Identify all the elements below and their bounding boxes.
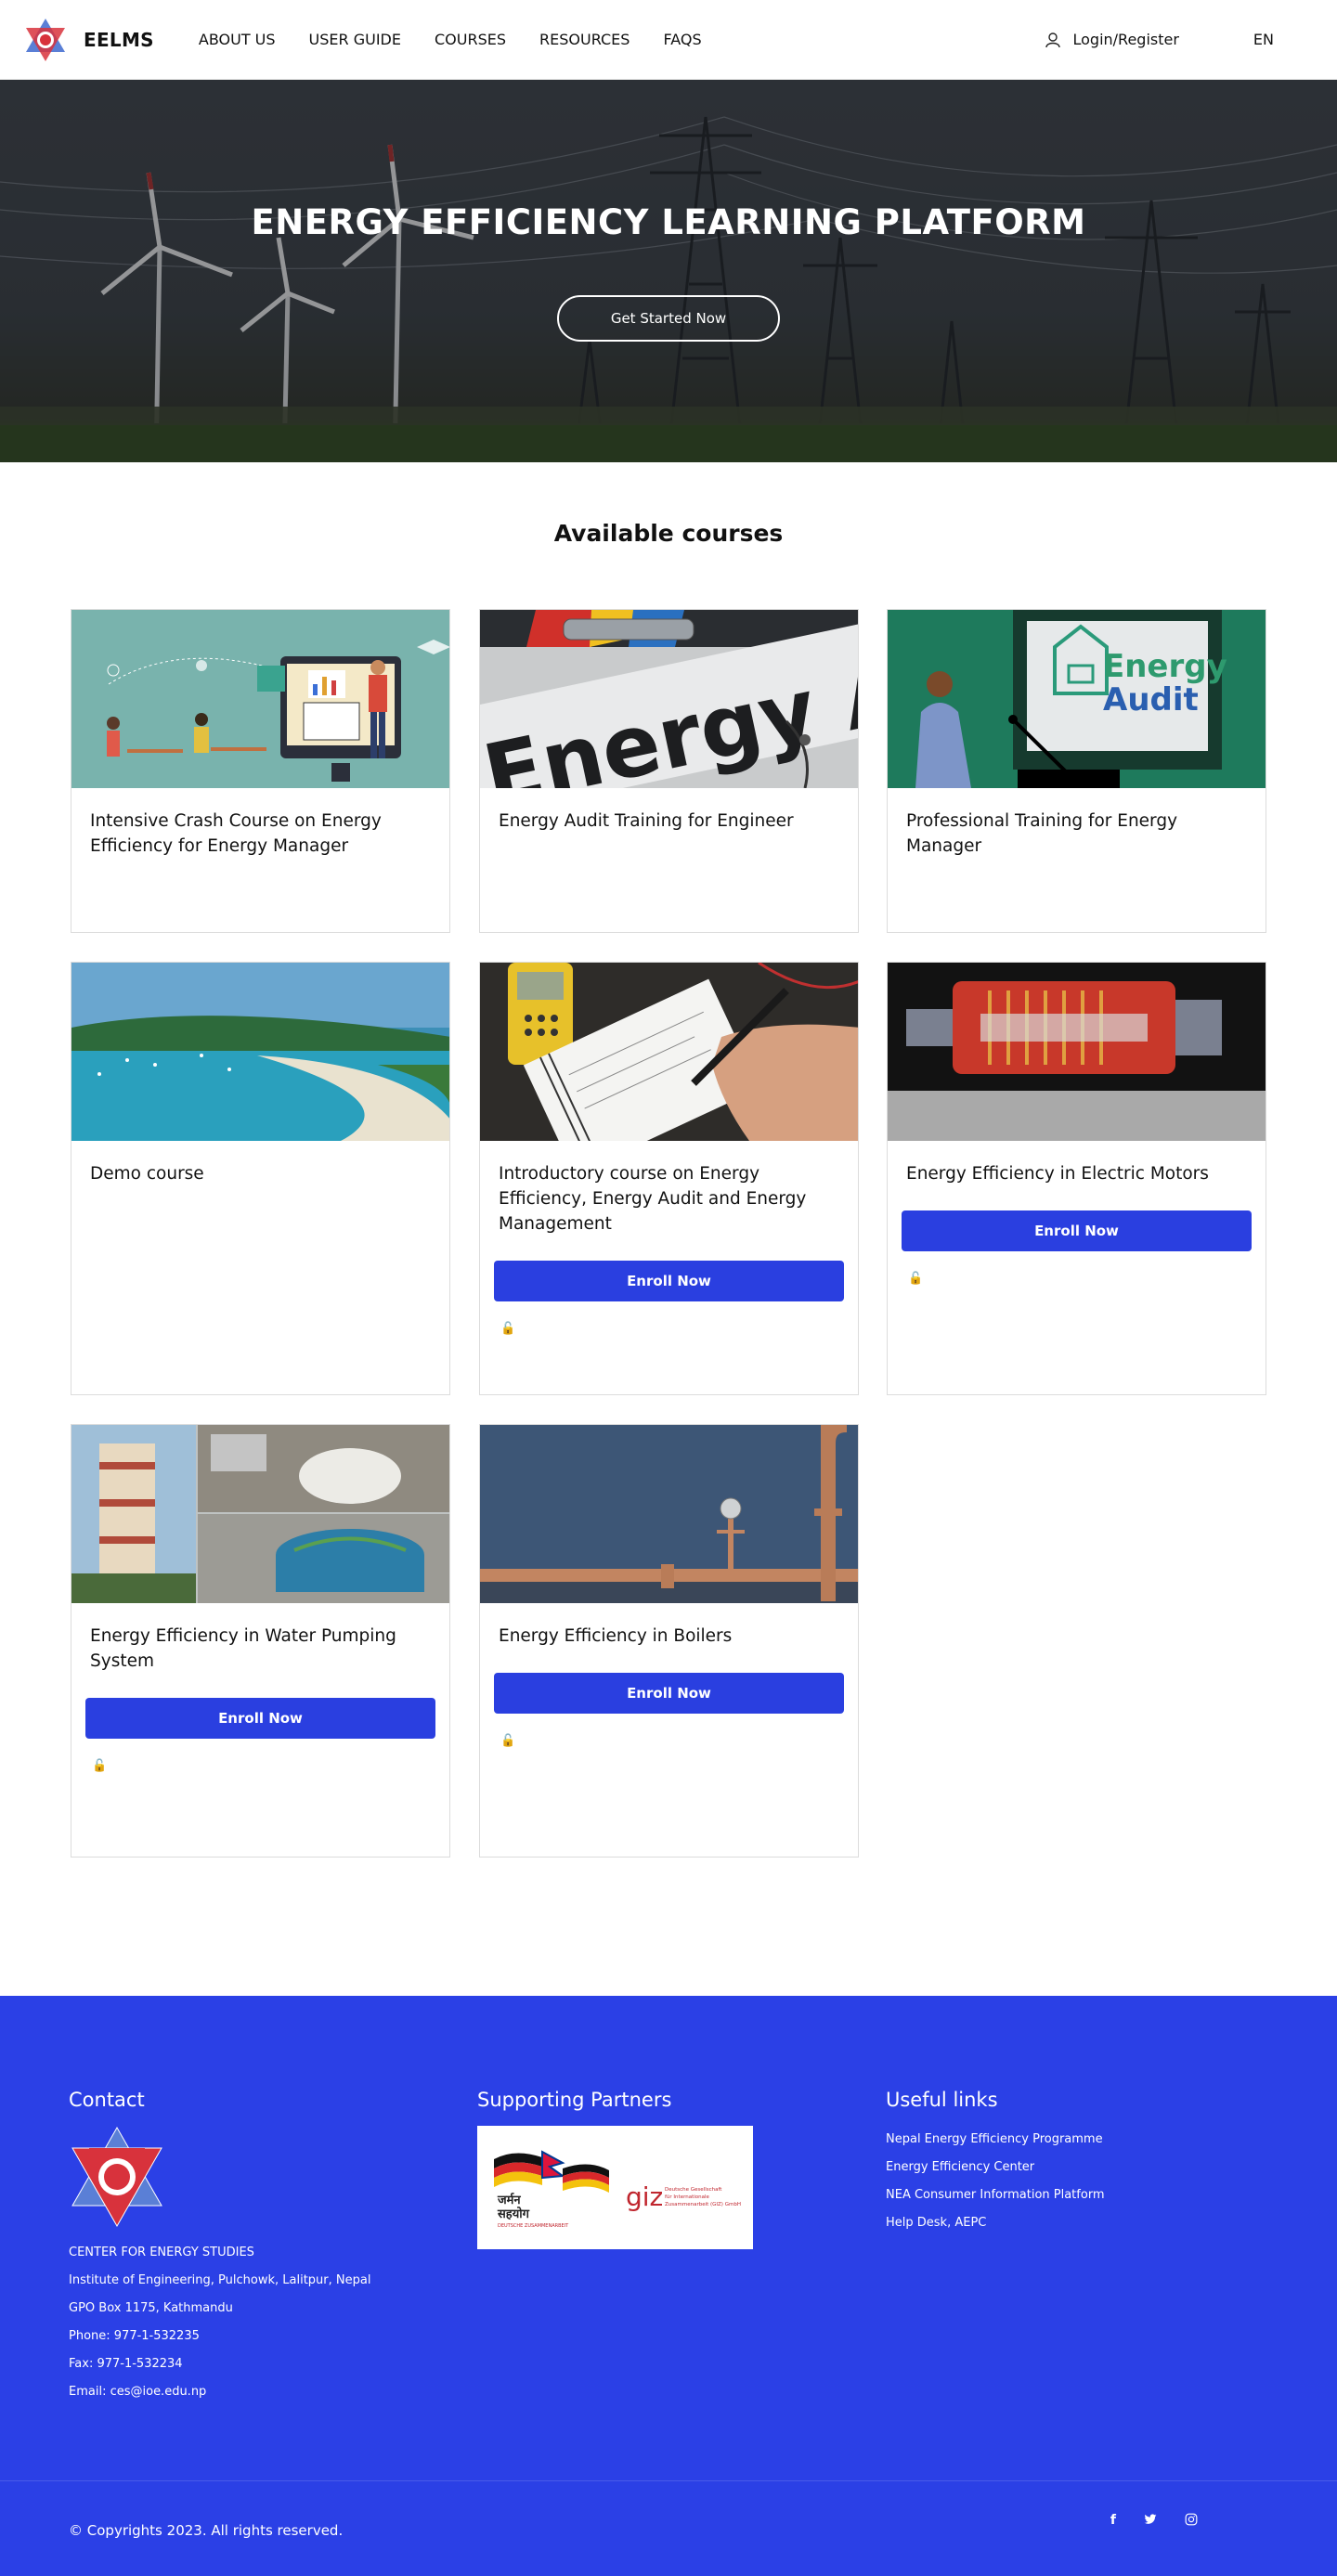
- lock-icon: 🔓: [500, 1734, 516, 1748]
- course-image: Energy Audit: [888, 610, 1266, 788]
- useful-links-column: Useful links Nepal Energy Efficiency Pro…: [886, 2089, 1105, 2237]
- course-image: [71, 610, 449, 788]
- course-image: [71, 1425, 449, 1603]
- course-title[interactable]: Energy Efficiency in Electric Motors: [888, 1141, 1266, 1186]
- course-card[interactable]: Energy Audit Energy Audit Training for E…: [479, 609, 859, 933]
- courses-section: Available courses Intensive Crash Course…: [0, 0, 1337, 1996]
- copyright: © Copyrights 2023. All rights reserved.: [69, 2522, 344, 2539]
- course-card[interactable]: Energy Audit Professional Training for E…: [887, 609, 1266, 933]
- course-image: Energy Audit: [480, 610, 858, 788]
- course-card[interactable]: Energy Efficiency in Water Pumping Syste…: [71, 1424, 450, 1858]
- contact-line: Institute of Engineering, Pulchowk, Lali…: [69, 2273, 371, 2287]
- footer: Contact CENTER FOR ENERGY STUDIES Instit…: [0, 1996, 1337, 2576]
- course-title[interactable]: Introductory course on Energy Efficiency…: [480, 1141, 858, 1236]
- useful-link[interactable]: NEA Consumer Information Platform: [886, 2181, 1105, 2209]
- useful-link[interactable]: Nepal Energy Efficiency Programme: [886, 2126, 1105, 2154]
- social-links: f: [1110, 2513, 1198, 2528]
- lock-icon: 🔓: [908, 1272, 924, 1286]
- partners-heading: Supporting Partners: [477, 2089, 672, 2111]
- enroll-now-button[interactable]: Enroll Now: [494, 1673, 844, 1714]
- course-card[interactable]: Introductory course on Energy Efficiency…: [479, 962, 859, 1395]
- german-cooperation-subtitle: DEUTSCHE ZUSAMMENARBEIT: [498, 2223, 569, 2229]
- course-image: [480, 963, 858, 1141]
- instagram-icon[interactable]: [1185, 2513, 1198, 2526]
- contact-line: CENTER FOR ENERGY STUDIES: [69, 2246, 254, 2259]
- contact-line: Fax: 977-1-532234: [69, 2357, 183, 2371]
- giz-subtitle-line2: für Internationale: [665, 2194, 710, 2200]
- course-card[interactable]: Intensive Crash Course on Energy Efficie…: [71, 609, 450, 933]
- contact-email[interactable]: Email: ces@ioe.edu.np: [69, 2378, 370, 2406]
- course-title[interactable]: Energy Efficiency in Water Pumping Syste…: [71, 1603, 449, 1674]
- contact-line: GPO Box 1175, Kathmandu: [69, 2301, 233, 2315]
- twitter-icon[interactable]: [1144, 2513, 1157, 2526]
- course-card[interactable]: Energy Efficiency in Electric Motors Enr…: [887, 962, 1266, 1395]
- giz-subtitle-line3: Zusammenarbeit (GIZ) GmbH: [665, 2202, 741, 2207]
- course-title[interactable]: Energy Efficiency in Boilers: [480, 1603, 858, 1649]
- contact-column: Contact CENTER FOR ENERGY STUDIES Instit…: [69, 2089, 370, 2406]
- enroll-now-button[interactable]: Enroll Now: [85, 1698, 435, 1739]
- course-title[interactable]: Professional Training for Energy Manager: [888, 788, 1266, 859]
- useful-links-heading: Useful links: [886, 2089, 998, 2111]
- course-card[interactable]: Demo course: [71, 962, 450, 1395]
- giz-wordmark: giz: [626, 2181, 663, 2212]
- partners-logo: जर्मन सहयोग DEUTSCHE ZUSAMMENARBEIT giz …: [477, 2126, 753, 2249]
- footer-divider: [0, 2480, 1337, 2481]
- giz-subtitle-line1: Deutsche Gesellschaft: [665, 2187, 722, 2193]
- useful-link[interactable]: Energy Efficiency Center: [886, 2154, 1105, 2181]
- course-title[interactable]: Energy Audit Training for Engineer: [480, 788, 858, 834]
- courses-heading: Available courses: [553, 520, 784, 547]
- contact-heading: Contact: [69, 2089, 145, 2111]
- lock-icon: 🔓: [500, 1322, 516, 1336]
- energy-audit-board-line2: Audit: [1103, 681, 1199, 718]
- partners-column: Supporting Partners जर्मन सहयोग DEUTSCHE…: [477, 2089, 753, 2249]
- german-cooperation-line1: जर्मन: [497, 2193, 521, 2207]
- course-image: [888, 963, 1266, 1141]
- ces-logo-icon: [71, 2126, 162, 2228]
- course-title[interactable]: Intensive Crash Course on Energy Efficie…: [71, 788, 449, 859]
- course-image: [71, 963, 449, 1141]
- lock-icon: 🔓: [92, 1759, 108, 1773]
- energy-audit-board-line1: Energy: [1103, 648, 1227, 685]
- german-cooperation-line2: सहयोग: [497, 2207, 530, 2221]
- useful-link[interactable]: Help Desk, AEPC: [886, 2209, 1105, 2237]
- enroll-now-button[interactable]: Enroll Now: [902, 1210, 1252, 1251]
- course-title[interactable]: Demo course: [71, 1141, 449, 1186]
- course-image: [480, 1425, 858, 1603]
- course-card[interactable]: Energy Efficiency in Boilers Enroll Now …: [479, 1424, 859, 1858]
- contact-line: Phone: 977-1-532235: [69, 2329, 200, 2343]
- enroll-now-button[interactable]: Enroll Now: [494, 1261, 844, 1301]
- facebook-icon[interactable]: f: [1110, 2513, 1116, 2528]
